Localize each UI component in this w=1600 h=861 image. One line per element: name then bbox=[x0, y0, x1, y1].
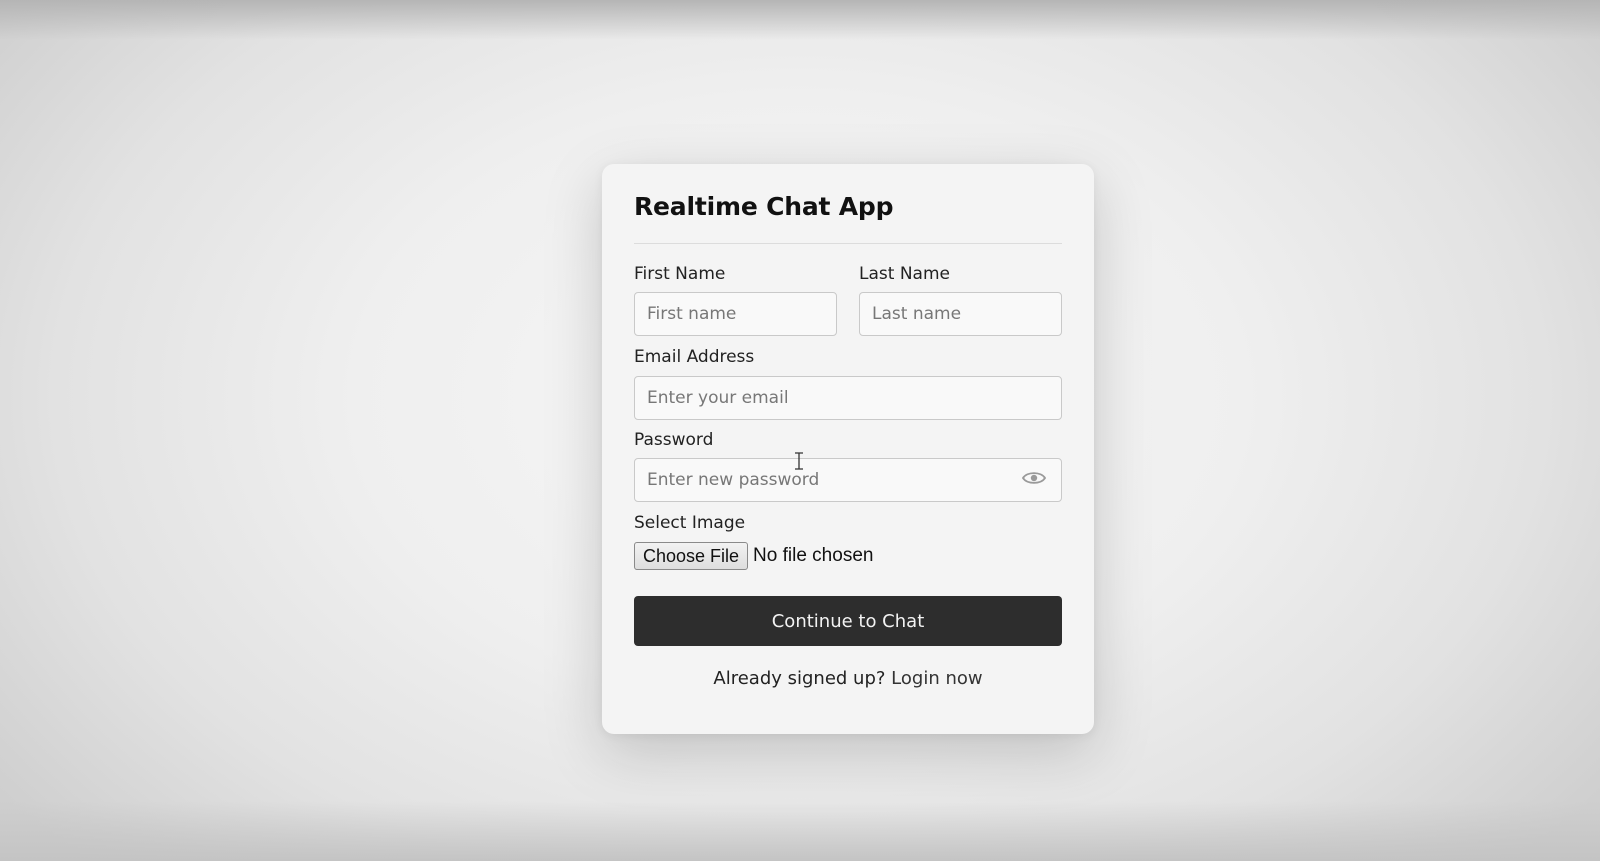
last-name-label: Last Name bbox=[859, 264, 950, 284]
signup-card: Realtime Chat App First Name Last Name E… bbox=[602, 164, 1094, 734]
file-status-text: No file chosen bbox=[753, 545, 874, 566]
choose-file-button[interactable]: Choose File bbox=[634, 542, 749, 570]
file-picker: Choose File No file chosen bbox=[634, 542, 873, 570]
first-name-label: First Name bbox=[634, 264, 726, 284]
password-input[interactable] bbox=[634, 458, 1062, 502]
eye-icon[interactable] bbox=[1022, 470, 1046, 486]
background-vignette-top bbox=[0, 0, 1600, 40]
login-now-link[interactable]: Login now bbox=[891, 668, 982, 689]
email-input[interactable] bbox=[634, 376, 1062, 420]
first-name-input[interactable] bbox=[634, 292, 837, 336]
continue-to-chat-button[interactable]: Continue to Chat bbox=[634, 596, 1062, 646]
text-cursor-icon bbox=[795, 452, 803, 470]
password-label: Password bbox=[634, 430, 714, 450]
last-name-input[interactable] bbox=[859, 292, 1062, 336]
app-title: Realtime Chat App bbox=[634, 192, 894, 221]
title-divider bbox=[634, 243, 1062, 244]
login-prompt: Already signed up? Login now bbox=[634, 668, 1062, 689]
select-image-label: Select Image bbox=[634, 513, 746, 533]
email-label: Email Address bbox=[634, 347, 755, 367]
login-prompt-text: Already signed up? bbox=[713, 668, 886, 689]
background-vignette-bottom bbox=[0, 801, 1600, 861]
